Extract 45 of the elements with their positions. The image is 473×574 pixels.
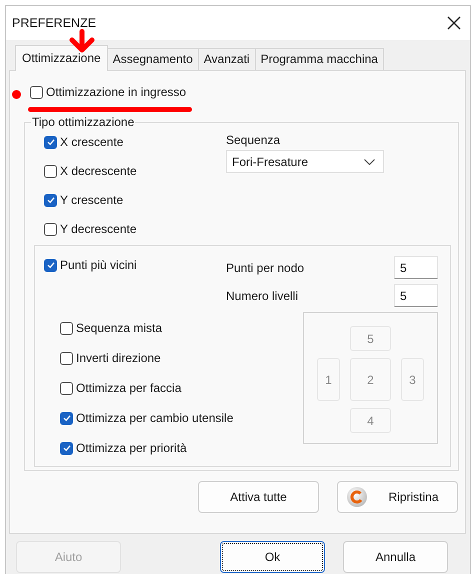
- checkbox[interactable]: [60, 442, 73, 454]
- field-label: Numero livelli: [226, 288, 298, 302]
- input-field[interactable]: 5: [394, 256, 438, 279]
- checkbox[interactable]: [44, 136, 57, 148]
- checkbox[interactable]: [60, 322, 73, 334]
- window-title: PREFERENZE: [12, 16, 96, 30]
- refresh-icon: [346, 486, 368, 508]
- check-icon: [62, 443, 72, 453]
- button[interactable]: Ripristina: [337, 481, 458, 513]
- field-label: Punti per nodo: [226, 260, 304, 274]
- check-icon: [46, 260, 56, 270]
- sequence-dropdown[interactable]: Fori-Fresature: [226, 150, 384, 173]
- checkbox[interactable]: [44, 164, 57, 178]
- annotation-arrow: [69, 29, 95, 53]
- checkbox[interactable]: [44, 258, 57, 272]
- checkbox-label[interactable]: Ottimizzazione in ingresso: [46, 85, 186, 99]
- check-icon: [46, 137, 56, 147]
- chevron-icon: [364, 158, 375, 164]
- checkbox-label[interactable]: Ottimizza per cambio utensile: [76, 411, 234, 425]
- checkbox-label[interactable]: Inverti direzione: [76, 351, 161, 365]
- check-icon: [46, 195, 56, 205]
- button[interactable]: Attiva tutte: [198, 481, 319, 513]
- tab[interactable]: Ottimizzazione: [15, 45, 108, 71]
- field-label: Sequenza: [226, 133, 282, 147]
- checkbox-label[interactable]: Y decrescente: [60, 222, 136, 236]
- checkbox-label[interactable]: X crescente: [60, 135, 124, 149]
- checkbox-label[interactable]: Ottimizza per faccia: [76, 381, 182, 395]
- checkbox[interactable]: [44, 222, 57, 236]
- close-icon[interactable]: [447, 16, 461, 30]
- checkbox-label[interactable]: Y crescente: [60, 193, 124, 207]
- button[interactable]: Ok: [220, 541, 325, 573]
- checkbox-label[interactable]: Ottimizza per priorità: [76, 441, 187, 455]
- checkbox[interactable]: [60, 412, 73, 424]
- checkbox[interactable]: [30, 86, 43, 98]
- group-title: Tipo ottimizzazione: [31, 115, 136, 129]
- checkbox-label[interactable]: Punti più vicini: [60, 258, 137, 272]
- checkbox[interactable]: [60, 382, 73, 394]
- input-field[interactable]: 5: [394, 284, 438, 307]
- check-icon: [62, 413, 72, 423]
- checkbox[interactable]: [60, 352, 73, 364]
- button[interactable]: Annulla: [343, 541, 448, 573]
- checkbox-label[interactable]: X decrescente: [60, 164, 137, 178]
- checkbox[interactable]: [44, 194, 57, 206]
- tab[interactable]: Programma macchina: [254, 48, 384, 70]
- checkbox-label[interactable]: Sequenza mista: [76, 321, 162, 335]
